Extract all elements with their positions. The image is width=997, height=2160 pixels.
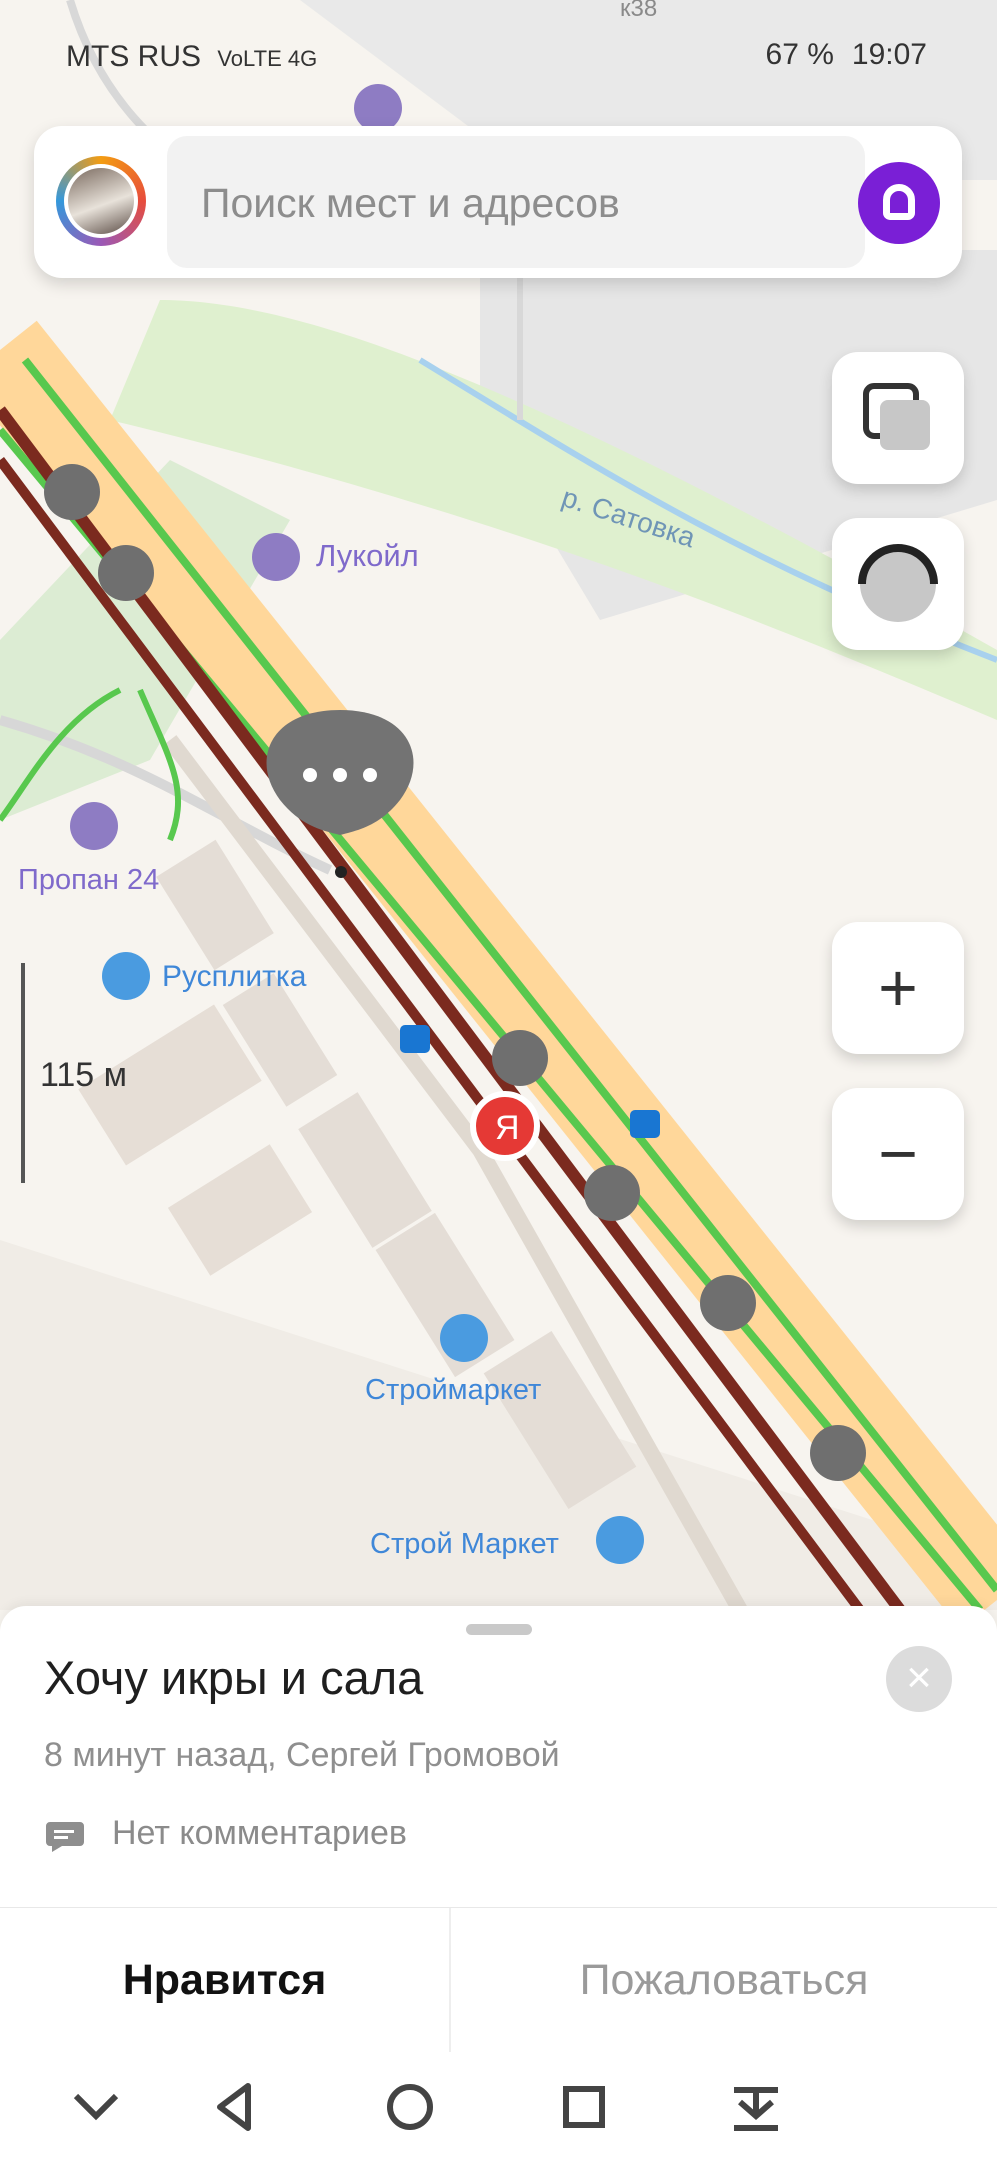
search-card (34, 126, 962, 278)
close-button[interactable]: × (886, 1646, 952, 1712)
time-label: 19:07 (851, 38, 927, 71)
shop-label-rusplitka: Русплитка (162, 960, 307, 993)
selected-comment-dot-1 (303, 768, 317, 782)
scale-bar (21, 963, 25, 1183)
shop-label-stroymarket: Строймаркет (365, 1374, 541, 1406)
location-button[interactable] (832, 518, 964, 650)
comment-pin-1[interactable] (44, 464, 100, 520)
system-navigation-bar (0, 2052, 997, 2160)
comment-pin-6[interactable] (810, 1425, 866, 1481)
search-box[interactable] (167, 136, 865, 270)
chevron-down-icon[interactable] (56, 2072, 136, 2142)
zoom-out-label: − (878, 1116, 918, 1192)
layers-icon (863, 383, 930, 450)
network-label: VoLTE 4G (217, 46, 318, 71)
comment-pin-3[interactable] (492, 1030, 548, 1086)
gas-station-label: Лукойл (316, 538, 419, 573)
avatar[interactable] (56, 156, 146, 246)
bus-stop-icon (400, 1025, 430, 1053)
location-icon (858, 544, 938, 622)
alice-glyph (883, 184, 915, 220)
selected-pin-point (335, 866, 347, 878)
layers-button[interactable] (832, 352, 964, 484)
event-card: Хочу икры и сала 8 минут назад, Сергей Г… (0, 1606, 997, 1914)
propane-icon (70, 802, 118, 850)
comment-icon (46, 1822, 84, 1852)
gas-station-icon (252, 533, 300, 581)
yandex-pin-label: Я (495, 1109, 520, 1147)
shop-icon-3 (596, 1516, 644, 1564)
scale-label: 115 м (40, 1056, 127, 1094)
status-left: MTS RUS VoLTE 4G (66, 40, 317, 74)
carrier-label: MTS RUS (66, 40, 201, 73)
zoom-out-button[interactable]: − (832, 1088, 964, 1220)
recents-icon[interactable] (544, 2072, 624, 2142)
status-bar: MTS RUS VoLTE 4G 67 % 19:07 (0, 0, 997, 110)
close-icon: × (906, 1653, 932, 1702)
propane-label: Пропан 24 (18, 864, 159, 896)
shop-label-stroy-market: Строй Маркет (370, 1528, 559, 1560)
report-button[interactable]: Пожаловаться (451, 1908, 997, 2052)
comments-status: Нет комментариев (112, 1814, 407, 1852)
comment-pin-2[interactable] (98, 545, 154, 601)
avatar-photo (68, 168, 134, 234)
battery-label: 67 % (765, 38, 834, 71)
shop-icon-2 (440, 1314, 488, 1362)
status-right: 67 % 19:07 (766, 38, 927, 72)
home-icon[interactable] (370, 2072, 450, 2142)
sheet-handle[interactable] (466, 1624, 532, 1635)
selected-comment-dot-3 (363, 768, 377, 782)
download-icon[interactable] (716, 2072, 796, 2142)
event-title: Хочу икры и сала (44, 1651, 424, 1704)
comment-pin-4[interactable] (584, 1165, 640, 1221)
event-actions: Нравится Пожаловаться (0, 1907, 997, 2052)
event-meta: 8 минут назад, Сергей Громовой (44, 1736, 560, 1774)
like-button[interactable]: Нравится (0, 1908, 449, 2052)
alice-icon[interactable] (858, 162, 940, 244)
back-icon[interactable] (196, 2072, 276, 2142)
bus-stop-icon-2 (630, 1110, 660, 1138)
zoom-in-button[interactable]: + (832, 922, 964, 1054)
zoom-in-label: + (878, 950, 918, 1026)
selected-comment-dot-2 (333, 768, 347, 782)
shop-icon (102, 952, 150, 1000)
comment-pin-5[interactable] (700, 1275, 756, 1331)
search-input[interactable] (199, 136, 843, 270)
